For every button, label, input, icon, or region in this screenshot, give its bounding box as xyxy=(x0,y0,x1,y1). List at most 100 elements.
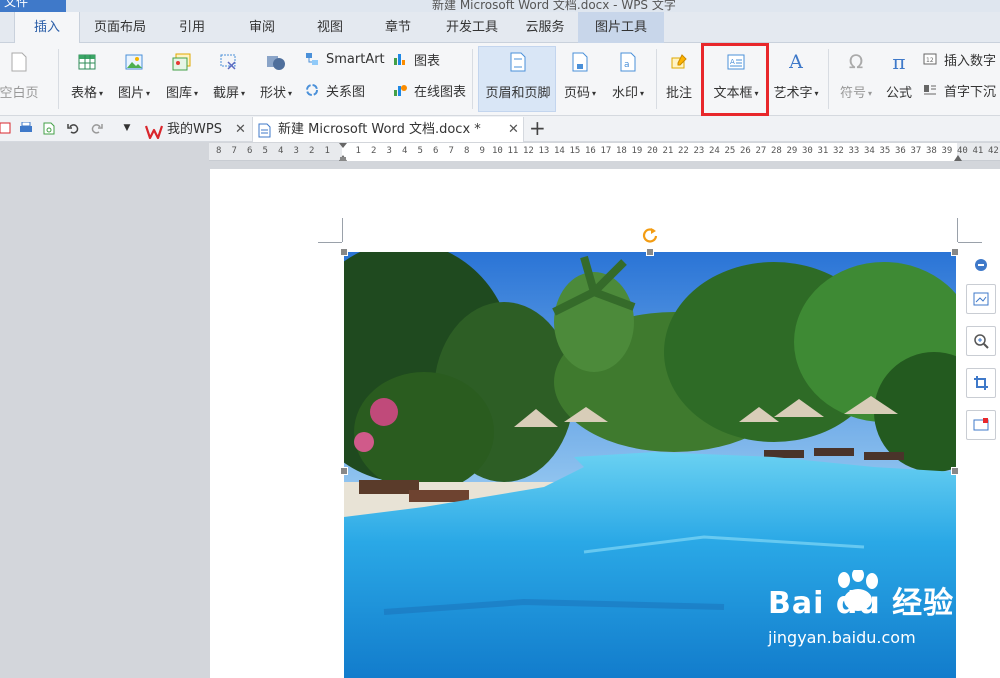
tab-view[interactable]: 视图 xyxy=(302,12,358,43)
ruler-number: 19 xyxy=(631,146,643,156)
doc-tab-active-document[interactable]: 新建 Microsoft Word 文档.docx * ✕ xyxy=(252,117,524,142)
right-indent-marker[interactable] xyxy=(954,143,962,161)
undo-icon[interactable] xyxy=(66,121,80,135)
ruler-number: 5 xyxy=(262,146,268,156)
border-icon[interactable] xyxy=(966,410,996,440)
wordart-icon: A xyxy=(789,51,803,73)
chart-label: 图表 xyxy=(414,53,441,69)
tab-references[interactable]: 引用 xyxy=(164,12,220,43)
resize-handle-n[interactable] xyxy=(646,248,654,256)
ruler-number: 1 xyxy=(355,146,361,156)
menu-tabs: 插入 页面布局 引用 审阅 视图 章节 开发工具 云服务 图片工具 xyxy=(0,12,1000,44)
layout-options-icon[interactable] xyxy=(966,284,996,314)
file-menu-button[interactable]: 文件 xyxy=(0,0,66,12)
ribbon-divider xyxy=(656,49,657,109)
rotate-handle-icon[interactable] xyxy=(641,226,659,248)
resize-handle-nw[interactable] xyxy=(340,248,348,256)
page-corner-mark xyxy=(957,218,958,242)
ruler-number: 16 xyxy=(585,146,596,156)
export-pdf-icon[interactable] xyxy=(0,121,12,135)
dropcap-button[interactable]: 首字下沉 xyxy=(922,80,996,100)
resize-handle-ne[interactable] xyxy=(951,248,959,256)
online-chart-button[interactable]: 在线图表 xyxy=(392,80,466,100)
header-footer-label: 页眉和页脚 xyxy=(485,86,551,101)
tab-page-layout[interactable]: 页面布局 xyxy=(84,12,156,43)
resize-handle-w[interactable] xyxy=(340,467,348,475)
ruler-number: 4 xyxy=(402,146,408,156)
wordart-label: 艺术字 xyxy=(773,86,813,101)
header-footer-icon xyxy=(508,51,528,73)
dropcap-icon xyxy=(922,82,938,98)
ruler-number: 23 xyxy=(693,146,705,156)
redo-icon[interactable] xyxy=(90,121,104,135)
left-indent-marker[interactable] xyxy=(339,143,347,161)
ruler-number: 29 xyxy=(786,146,798,156)
shapes-button[interactable]: 形状 ▾ xyxy=(254,43,298,101)
formula-button[interactable]: π 公式 xyxy=(882,43,916,101)
ruler-number: 15 xyxy=(569,146,581,156)
relation-chart-label: 关系图 xyxy=(326,84,366,100)
symbol-label: 符号 xyxy=(839,86,866,101)
screenshot-icon xyxy=(219,51,239,73)
insert-number-label: 插入数字 xyxy=(944,53,997,69)
horizontal-ruler: 87654321 1 2 3 4 5 6 7 8 9 10 11 12 13 14 15 16 17 18 19 20… xyxy=(209,143,1000,161)
textbox-highlight xyxy=(701,43,769,116)
chart-button[interactable]: 图表 xyxy=(392,49,440,69)
blank-page-button[interactable]: 空白页 xyxy=(0,43,44,101)
insert-number-button[interactable]: 12 插入数字 xyxy=(922,49,996,69)
picture-label: 图片 xyxy=(117,86,144,101)
print-preview-icon[interactable] xyxy=(42,121,56,135)
ruler-number: 13 xyxy=(538,146,550,156)
svg-text:12: 12 xyxy=(926,57,934,64)
comment-icon xyxy=(669,51,689,73)
page-number-button[interactable]: 页码 ▾ xyxy=(558,43,602,101)
ruler-number: 2 xyxy=(309,146,315,156)
watermark-brand: Bai du 经验 xyxy=(768,586,955,621)
ruler-number: 4 xyxy=(278,146,284,156)
ruler-number: 6 xyxy=(247,146,253,156)
ribbon-insert: 空白页 表格 ▾ 图片 ▾ 图库 ▾ 截屏 ▾ 形状 ▾ SmartArt 关系… xyxy=(0,43,1000,116)
page-number-icon xyxy=(570,51,590,73)
quick-access-dropdown-icon[interactable]: ▼ xyxy=(120,121,134,135)
blank-page-icon xyxy=(9,51,29,73)
resize-handle-e[interactable] xyxy=(951,467,959,475)
gallery-button[interactable]: 图库 ▾ xyxy=(160,43,204,101)
tab-cloud-service[interactable]: 云服务 xyxy=(514,12,576,43)
symbol-button[interactable]: Ω 符号 ▾ xyxy=(834,43,878,101)
ruler-number: 24 xyxy=(709,146,720,156)
tab-review[interactable]: 审阅 xyxy=(234,12,290,43)
ruler-number: 32 xyxy=(833,146,844,156)
shapes-icon xyxy=(266,51,286,73)
formula-label: 公式 xyxy=(885,86,912,101)
relation-chart-button[interactable]: 关系图 xyxy=(304,80,365,100)
close-tab-icon[interactable]: ✕ xyxy=(235,117,246,142)
bar-chart-icon xyxy=(392,51,408,67)
close-tab-icon[interactable]: ✕ xyxy=(508,117,519,142)
ruler-number: 11 xyxy=(507,146,519,156)
ruler-number: 8 xyxy=(464,146,470,156)
collapse-layout-icon[interactable] xyxy=(974,258,988,276)
watermark-icon: a xyxy=(618,51,638,73)
tab-developer[interactable]: 开发工具 xyxy=(436,12,508,43)
ribbon-divider xyxy=(58,49,59,109)
tab-picture-tools[interactable]: 图片工具 xyxy=(578,12,664,43)
tab-chapter[interactable]: 章节 xyxy=(370,12,426,43)
picture-button[interactable]: 图片 ▾ xyxy=(113,43,155,101)
wordart-button[interactable]: A 艺术字 ▾ xyxy=(770,43,822,101)
header-footer-button[interactable]: 页眉和页脚 xyxy=(480,43,556,101)
zoom-picture-icon[interactable] xyxy=(966,326,996,356)
page-corner-mark xyxy=(958,242,982,243)
ruler-number: 25 xyxy=(724,146,736,156)
smartart-button[interactable]: SmartArt xyxy=(304,49,385,69)
new-tab-plus-icon[interactable]: + xyxy=(529,116,546,140)
print-icon[interactable] xyxy=(19,121,33,135)
table-button[interactable]: 表格 ▾ xyxy=(66,43,108,101)
tab-insert[interactable]: 插入 xyxy=(14,12,80,44)
ruler-number: 21 xyxy=(662,146,674,156)
watermark-button[interactable]: a 水印 ▾ xyxy=(606,43,650,101)
crop-icon[interactable] xyxy=(966,368,996,398)
doc-tab-my-wps[interactable]: 我的WPS ✕ xyxy=(140,117,250,142)
screenshot-button[interactable]: 截屏 ▾ xyxy=(208,43,250,101)
ruler-number: 30 xyxy=(802,146,813,156)
comment-button[interactable]: 批注 xyxy=(660,43,698,101)
